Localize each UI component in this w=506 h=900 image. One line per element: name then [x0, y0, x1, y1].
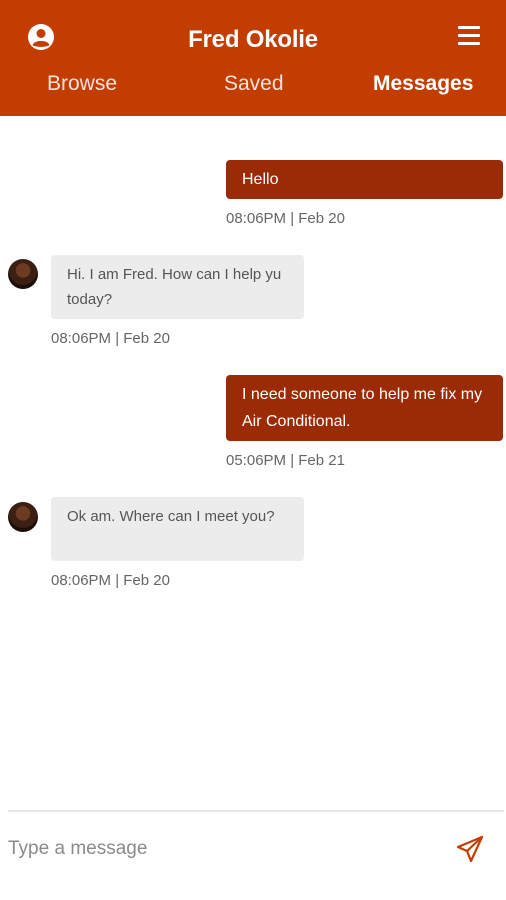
message-timestamp: 08:06PM | Feb 20 [51, 572, 170, 589]
page-title: Fred Okolie [188, 26, 318, 53]
tab-browse[interactable]: Browse [47, 72, 117, 96]
avatar [8, 259, 38, 289]
avatar [8, 502, 38, 532]
outgoing-message: Hello [226, 160, 503, 199]
outgoing-message: I need someone to help me fix my Air Con… [226, 375, 503, 441]
send-button[interactable] [455, 834, 485, 864]
app-header: Fred Okolie Browse Saved Messages [0, 0, 506, 116]
incoming-message: Hi. I am Fred. How can I help yu today? [51, 255, 304, 319]
composer-divider [8, 810, 504, 812]
incoming-message: Ok am. Where can I meet you? [51, 497, 304, 561]
message-timestamp: 05:06PM | Feb 21 [226, 452, 345, 469]
paper-plane-icon [456, 835, 484, 863]
tab-messages[interactable]: Messages [373, 72, 473, 96]
message-timestamp: 08:06PM | Feb 20 [51, 330, 170, 347]
message-timestamp: 08:06PM | Feb 20 [226, 210, 345, 227]
tab-saved[interactable]: Saved [224, 72, 284, 96]
hamburger-menu-icon [458, 26, 480, 45]
tab-bar: Browse Saved Messages [0, 72, 506, 106]
message-input[interactable] [8, 832, 438, 866]
menu-button[interactable] [458, 26, 480, 46]
